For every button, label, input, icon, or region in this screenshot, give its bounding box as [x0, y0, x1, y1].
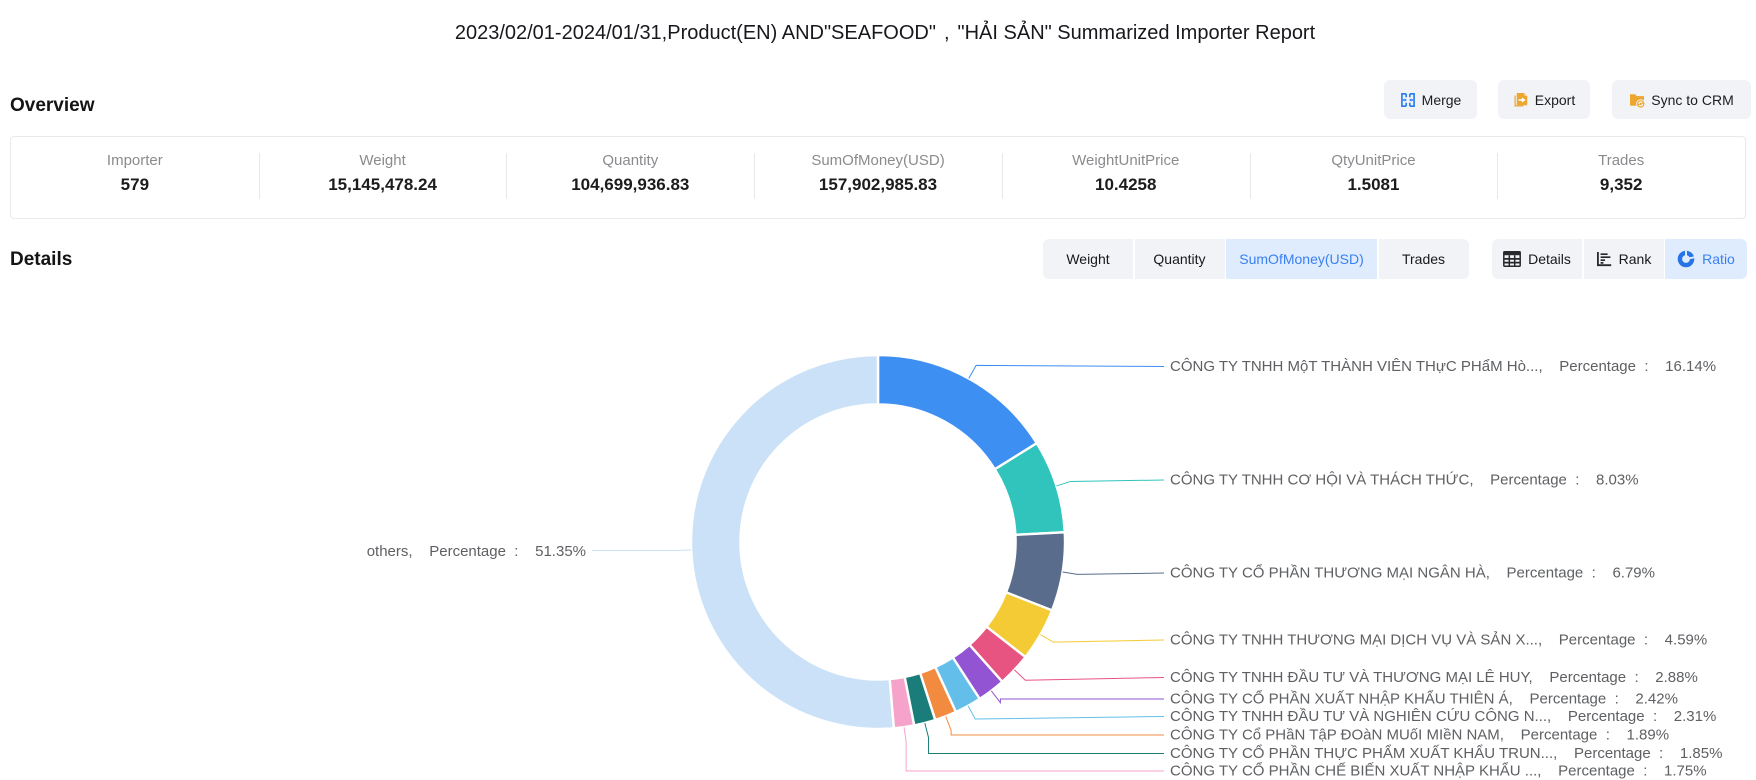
svg-text:CÔNG TY CỔ PHẦN THỰC PHẨM XUẤT: CÔNG TY CỔ PHẦN THỰC PHẨM XUẤT KHẨU TRUN… — [1170, 744, 1722, 762]
svg-text:CÔNG TY TNHH CƠ HỘI VÀ THÁCH T: CÔNG TY TNHH CƠ HỘI VÀ THÁCH THỨC, Perce… — [1170, 472, 1639, 489]
svg-text:others, Percentage : 51: others, Percentage : 51.35% — [367, 543, 586, 560]
svg-text:CÔNG TY CỔ PHẦN CHẾ BIẾN XUẤT: CÔNG TY CỔ PHẦN CHẾ BIẾN XUẤT NHẬP KHẨU … — [1170, 762, 1707, 780]
svg-text:CÔNG TY TNHH ĐẦU TƯ VÀ THƯƠNG: CÔNG TY TNHH ĐẦU TƯ VÀ THƯƠNG MẠI LÊ HUY… — [1170, 669, 1698, 686]
svg-text:CÔNG TY TNHH THƯƠNG MẠI DỊCH V: CÔNG TY TNHH THƯƠNG MẠI DỊCH VỤ VÀ SẢN X… — [1170, 632, 1707, 649]
svg-text:CÔNG TY TNHH MộT THÀNH VIÊN TH: CÔNG TY TNHH MộT THÀNH VIÊN THựC PHẩM Hò… — [1170, 358, 1716, 375]
svg-text:CÔNG TY CỔ PHẦN XUẤT NHẬP KHẨU: CÔNG TY CỔ PHẦN XUẤT NHẬP KHẨU THIÊN Á, … — [1170, 690, 1678, 708]
svg-text:CÔNG TY Cổ PHầN TậP ĐOàN MUốI: CÔNG TY Cổ PHầN TậP ĐOàN MUốI MIềN NAM, … — [1170, 727, 1669, 744]
svg-text:CÔNG TY TNHH ĐẦU TƯ VÀ NGHIÊN: CÔNG TY TNHH ĐẦU TƯ VÀ NGHIÊN CỨU CÔNG N… — [1170, 708, 1716, 725]
svg-text:CÔNG TY CỔ PHẦN THƯƠNG MẠI NGÂ: CÔNG TY CỔ PHẦN THƯƠNG MẠI NGÂN HÀ, Perc… — [1170, 564, 1655, 582]
